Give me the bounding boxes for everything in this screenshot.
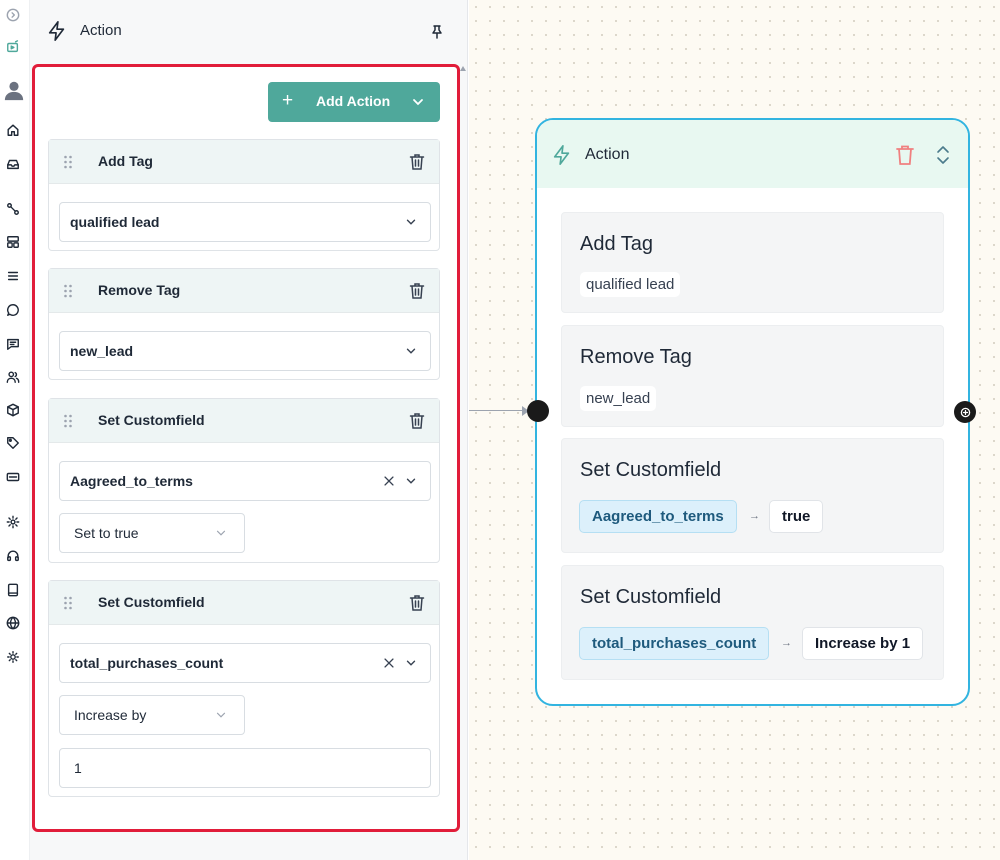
drag-handle-icon[interactable] xyxy=(63,283,73,299)
card-title: Add Tag xyxy=(98,153,153,169)
node-output-port[interactable] xyxy=(954,401,976,423)
add-action-button[interactable]: + Add Action xyxy=(268,82,440,122)
field-chip: total_purchases_count xyxy=(579,627,770,660)
action-node[interactable]: Action Add Tag qualified lead Remove Tag… xyxy=(535,118,970,706)
drag-handle-icon[interactable] xyxy=(63,413,73,429)
node-block-add-tag: Add Tag qualified lead xyxy=(561,212,944,313)
tag-select[interactable]: qualified lead xyxy=(59,202,431,242)
card-header: Remove Tag xyxy=(49,269,439,313)
home-icon[interactable] xyxy=(4,121,22,139)
card-title: Set Customfield xyxy=(98,412,205,428)
plus-circle-icon xyxy=(960,407,970,417)
headset-icon[interactable] xyxy=(4,547,22,565)
drag-handle-icon[interactable] xyxy=(63,595,73,611)
action-card-add-tag: Add Tag qualified lead xyxy=(48,139,440,251)
action-card-set-customfield: Set Customfield Aagreed_to_terms Set to … xyxy=(48,398,440,563)
node-block-remove-tag: Remove Tag new_lead xyxy=(561,325,944,427)
inbox-icon[interactable] xyxy=(4,155,22,173)
chevron-down-icon[interactable] xyxy=(214,708,228,722)
operation-select[interactable]: Set to true xyxy=(59,513,245,553)
trash-icon[interactable] xyxy=(409,412,425,430)
block-title: Remove Tag xyxy=(580,346,692,368)
node-block-set-customfield: Set Customfield total_purchases_count → … xyxy=(561,565,944,680)
customfield-select[interactable]: Aagreed_to_terms xyxy=(59,461,431,501)
keyboard-icon[interactable] xyxy=(4,468,22,486)
value-chip: Increase by 1 xyxy=(802,627,924,660)
value-chip: true xyxy=(769,500,824,533)
tag-select-value: new_lead xyxy=(70,343,134,359)
customfield-select-value: total_purchases_count xyxy=(70,655,224,671)
card-header: Add Tag xyxy=(49,140,439,184)
tag-chip: qualified lead xyxy=(580,272,681,297)
chevron-down-icon[interactable] xyxy=(404,474,418,488)
globe-icon[interactable] xyxy=(4,614,22,632)
card-header: Set Customfield xyxy=(49,399,439,443)
pin-icon[interactable] xyxy=(429,24,445,40)
tag-select-value: qualified lead xyxy=(70,214,160,230)
node-block-set-customfield: Set Customfield Aagreed_to_terms → true xyxy=(561,438,944,553)
settings-icon[interactable] xyxy=(4,513,22,531)
operation-select-value: Set to true xyxy=(74,525,139,541)
customfield-select[interactable]: total_purchases_count xyxy=(59,643,431,683)
menu-icon[interactable] xyxy=(4,267,22,285)
arrow-right-icon: → xyxy=(749,510,760,522)
clear-icon[interactable] xyxy=(382,474,396,488)
message-circle-icon[interactable] xyxy=(4,301,22,319)
layout-icon[interactable] xyxy=(4,233,22,251)
node-header: Action xyxy=(537,120,968,188)
card-title: Remove Tag xyxy=(98,282,181,298)
block-title: Set Customfield xyxy=(580,586,722,608)
tag-chip: new_lead xyxy=(580,386,657,411)
card-header: Set Customfield xyxy=(49,581,439,625)
lightning-icon xyxy=(48,21,65,41)
message-square-icon[interactable] xyxy=(4,335,22,353)
sun-icon[interactable] xyxy=(4,648,22,666)
drag-handle-icon[interactable] xyxy=(63,154,73,170)
trash-icon[interactable] xyxy=(409,153,425,171)
action-card-set-customfield: Set Customfield total_purchases_count In… xyxy=(48,580,440,797)
add-action-label: Add Action xyxy=(316,93,391,109)
node-title: Action xyxy=(585,146,630,163)
amount-input-value: 1 xyxy=(74,760,82,776)
chevron-down-icon[interactable] xyxy=(404,656,418,670)
panel-title: Action xyxy=(80,22,122,39)
customfield-select-value: Aagreed_to_terms xyxy=(70,473,193,489)
trash-icon[interactable] xyxy=(409,282,425,300)
users-icon[interactable] xyxy=(4,368,22,386)
arrow-right-icon: → xyxy=(781,637,792,649)
chevron-down-icon[interactable] xyxy=(404,344,418,358)
amount-input[interactable]: 1 xyxy=(59,748,431,788)
operation-select-value: Increase by xyxy=(74,707,147,723)
lightning-icon xyxy=(553,145,570,165)
node-input-port[interactable] xyxy=(527,400,549,422)
tag-icon[interactable] xyxy=(4,434,22,452)
clear-icon[interactable] xyxy=(382,656,396,670)
trash-icon[interactable] xyxy=(409,594,425,612)
icon-rail xyxy=(0,0,30,860)
field-chip: Aagreed_to_terms xyxy=(579,500,737,533)
operation-select[interactable]: Increase by xyxy=(59,695,245,735)
chat-preview-icon[interactable] xyxy=(4,38,22,56)
chevron-down-icon[interactable] xyxy=(410,94,426,110)
book-icon[interactable] xyxy=(4,581,22,599)
card-title: Set Customfield xyxy=(98,594,205,610)
chevron-down-icon[interactable] xyxy=(214,526,228,540)
sort-icon[interactable] xyxy=(935,145,951,165)
chevron-down-icon[interactable] xyxy=(404,215,418,229)
expand-icon[interactable] xyxy=(4,6,22,24)
action-card-remove-tag: Remove Tag new_lead xyxy=(48,268,440,380)
trash-icon[interactable] xyxy=(895,144,915,166)
scroll-up-arrow[interactable] xyxy=(460,66,466,71)
block-title: Set Customfield xyxy=(580,459,722,481)
plus-icon: + xyxy=(282,90,294,111)
user-avatar-icon[interactable] xyxy=(2,78,26,102)
flow-icon[interactable] xyxy=(4,200,22,218)
panel-header: Action xyxy=(30,0,468,62)
block-title: Add Tag xyxy=(580,233,654,255)
tag-select[interactable]: new_lead xyxy=(59,331,431,371)
package-icon[interactable] xyxy=(4,401,22,419)
